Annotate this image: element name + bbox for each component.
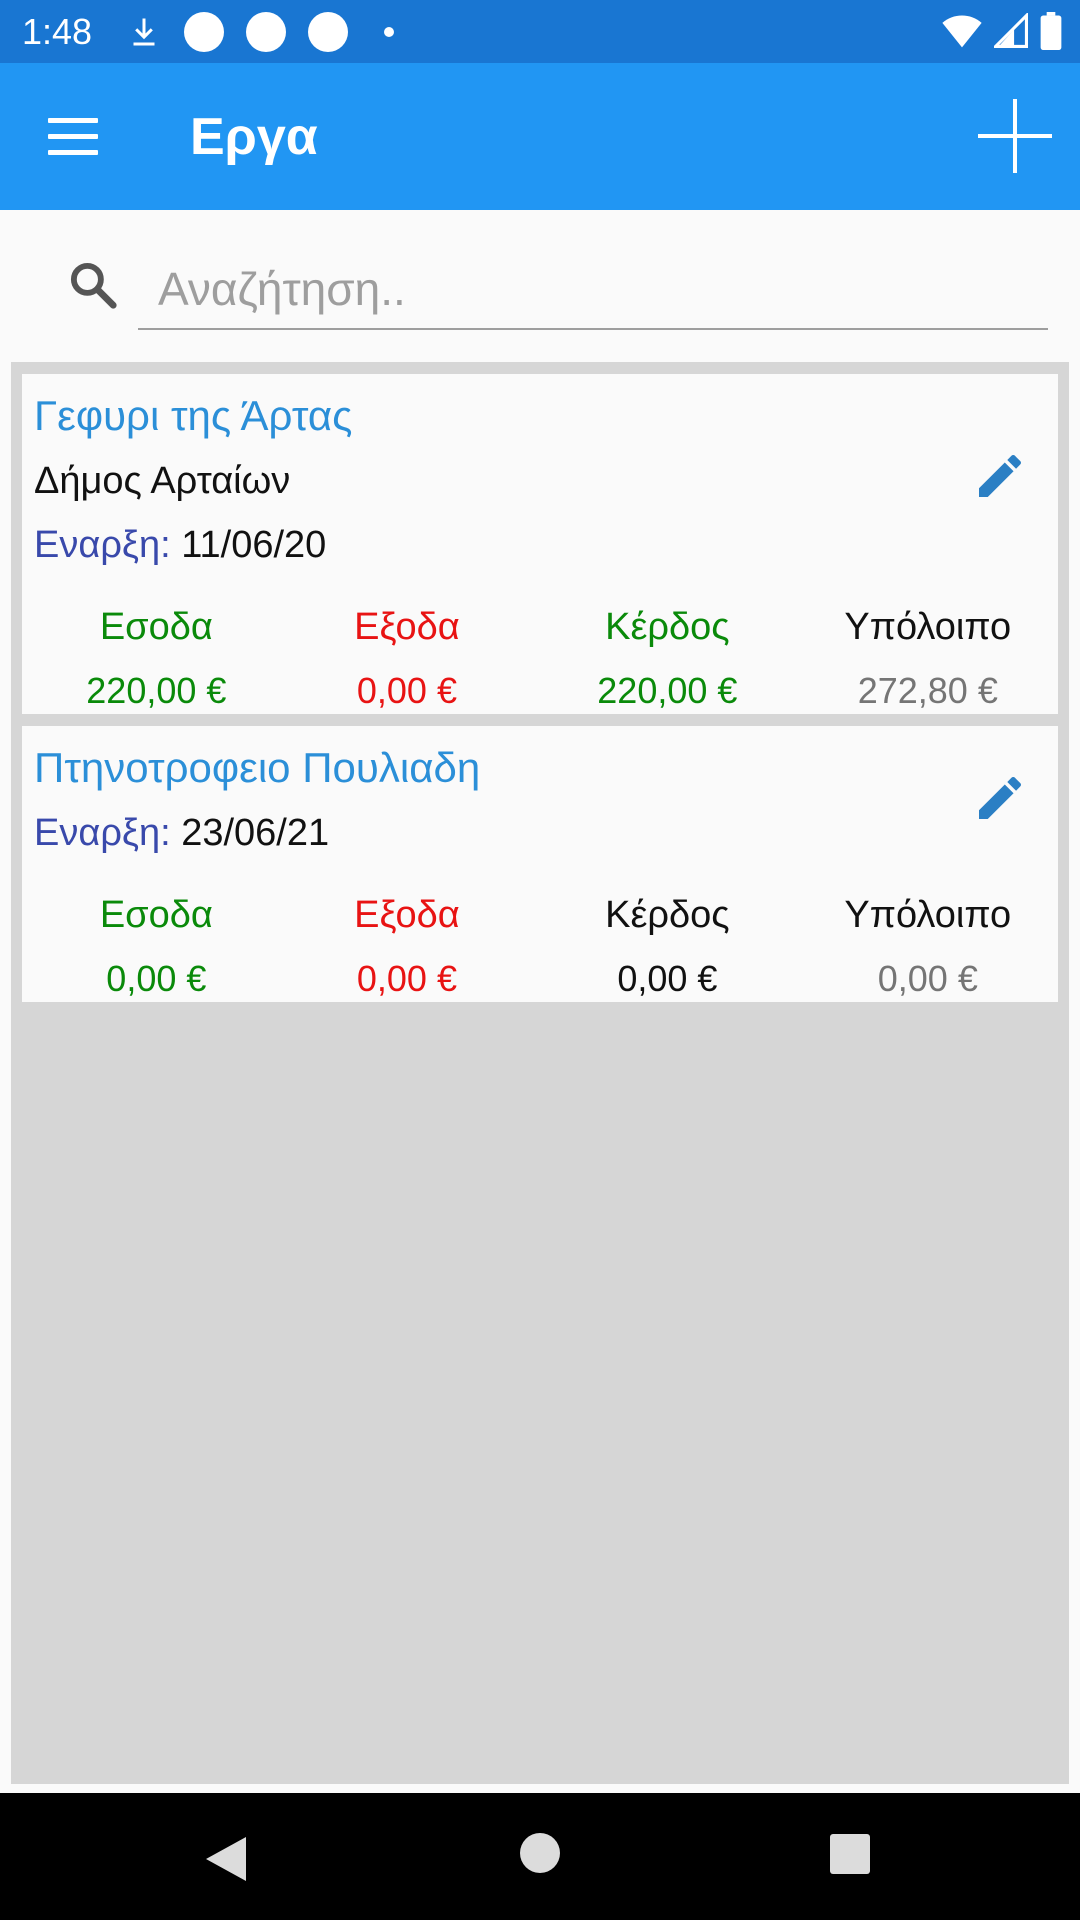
stat-balance: Υπόλοιπο 0,00 € xyxy=(798,894,1058,1000)
stat-label: Υπόλοιπο xyxy=(844,894,1012,936)
project-card[interactable]: Γεφυρι της Άρτας Δήμος Αρταίων Εναρξη: 1… xyxy=(22,374,1058,714)
wifi-icon xyxy=(942,15,982,48)
edit-icon[interactable] xyxy=(972,770,1028,826)
back-icon[interactable] xyxy=(204,1835,248,1883)
project-title: Πτηνοτροφειο Πουλιαδη xyxy=(34,744,481,791)
stat-value: 0,00 € xyxy=(356,958,457,999)
search-icon xyxy=(70,262,117,309)
stat-value: 272,80 € xyxy=(857,670,998,711)
stat-income: Εσοδα 220,00 € xyxy=(36,606,277,712)
stat-expenses: Εξοδα 0,00 € xyxy=(277,606,537,712)
notification-circle-icon xyxy=(308,11,349,52)
battery-icon xyxy=(1040,12,1062,50)
status-notifications xyxy=(126,11,395,52)
project-start: Εναρξη: 11/06/20 xyxy=(34,524,326,567)
stat-value: 220,00 € xyxy=(597,670,738,711)
stat-value: 0,00 € xyxy=(617,958,718,999)
stat-label: Εσοδα xyxy=(99,606,213,648)
stat-expenses: Εξοδα 0,00 € xyxy=(277,894,537,1000)
stat-profit: Κέρδος 0,00 € xyxy=(537,894,797,1000)
start-label: Εναρξη: xyxy=(34,524,171,566)
status-system-icons xyxy=(942,12,1062,50)
project-stats: Εσοδα 0,00 € Εξοδα 0,00 € Κέρδος 0,00 € … xyxy=(22,894,1058,1000)
notification-circle-icon xyxy=(184,11,225,52)
stat-label: Εξοδα xyxy=(354,894,460,936)
stat-label: Εσοδα xyxy=(99,894,213,936)
project-list: Γεφυρι της Άρτας Δήμος Αρταίων Εναρξη: 1… xyxy=(11,362,1069,1784)
project-title: Γεφυρι της Άρτας xyxy=(34,392,353,439)
edit-icon[interactable] xyxy=(972,448,1028,504)
stat-label: Εξοδα xyxy=(354,606,460,648)
stat-profit: Κέρδος 220,00 € xyxy=(537,606,797,712)
project-start: Εναρξη: 23/06/21 xyxy=(34,812,329,855)
stat-label: Κέρδος xyxy=(605,606,730,648)
start-date: 11/06/20 xyxy=(181,524,327,566)
stat-label: Υπόλοιπο xyxy=(844,606,1012,648)
stat-income: Εσοδα 0,00 € xyxy=(36,894,277,1000)
system-nav-bar xyxy=(0,1793,1080,1920)
page-title: Εργα xyxy=(190,108,318,166)
cell-signal-icon xyxy=(994,13,1028,48)
search-input[interactable] xyxy=(138,250,1048,330)
download-icon xyxy=(133,18,155,45)
project-stats: Εσοδα 220,00 € Εξοδα 0,00 € Κέρδος 220,0… xyxy=(22,606,1058,712)
home-icon[interactable] xyxy=(520,1833,560,1873)
start-label: Εναρξη: xyxy=(34,812,171,854)
more-notifications-dot-icon xyxy=(384,26,395,37)
notification-circle-icon xyxy=(246,11,287,52)
menu-icon[interactable] xyxy=(48,118,98,156)
stat-value: 0,00 € xyxy=(356,670,457,711)
stat-value: 220,00 € xyxy=(86,670,227,711)
project-card[interactable]: Πτηνοτροφειο Πουλιαδη Εναρξη: 23/06/21 Ε… xyxy=(22,726,1058,1002)
stat-balance: Υπόλοιπο 272,80 € xyxy=(798,606,1058,712)
search-bar xyxy=(0,210,1080,362)
stat-value: 0,00 € xyxy=(877,958,978,999)
start-date: 23/06/21 xyxy=(181,812,330,854)
project-client: Δήμος Αρταίων xyxy=(34,460,291,502)
add-icon[interactable] xyxy=(978,99,1052,173)
status-bar: 1:48 xyxy=(0,0,1080,63)
stat-label: Κέρδος xyxy=(605,894,730,936)
app-bar: Εργα xyxy=(0,63,1080,210)
status-time: 1:48 xyxy=(22,10,93,52)
recents-icon[interactable] xyxy=(830,1834,870,1874)
stat-value: 0,00 € xyxy=(106,958,207,999)
